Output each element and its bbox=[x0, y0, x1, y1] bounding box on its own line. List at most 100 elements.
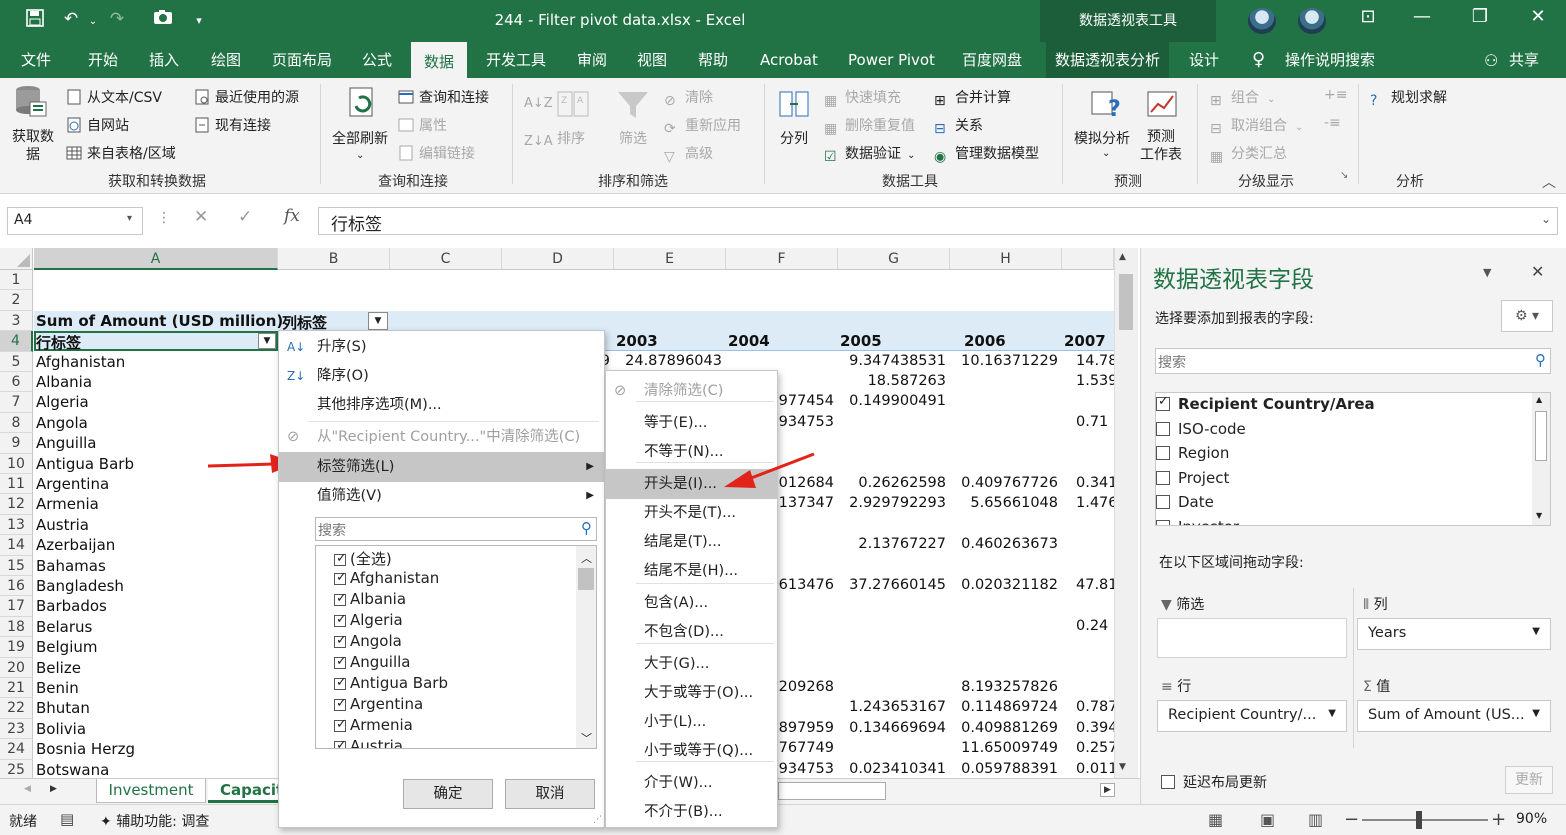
columns-field-dropdown-icon[interactable]: ▼ bbox=[1532, 626, 1540, 637]
row-header[interactable]: 14 bbox=[0, 535, 33, 556]
label-filter-option[interactable]: 包含(A)... bbox=[606, 589, 777, 617]
avatar-2[interactable] bbox=[1298, 8, 1326, 34]
field-item[interactable]: Project bbox=[1156, 469, 1229, 487]
list-scroll-thumb[interactable] bbox=[578, 568, 594, 590]
tab-developer[interactable]: 开发工具 bbox=[477, 42, 555, 78]
insert-function-icon[interactable]: fx bbox=[284, 206, 300, 226]
filter-button[interactable]: 筛选 bbox=[619, 128, 647, 148]
next-sheet-icon[interactable]: ▶ bbox=[50, 784, 57, 794]
field-checkbox[interactable] bbox=[1156, 446, 1170, 460]
zoom-out-icon[interactable]: − bbox=[1344, 809, 1359, 830]
row-header[interactable]: 2 bbox=[0, 290, 33, 311]
filter-value-item[interactable]: Afghanistan bbox=[334, 569, 439, 587]
forecast-sheet-button[interactable]: 预测 工作表 bbox=[1140, 128, 1182, 164]
name-box-dropdown-icon[interactable]: ▾ bbox=[127, 213, 132, 224]
tab-formulas[interactable]: 公式 bbox=[353, 42, 401, 78]
label-filter-item[interactable]: 标签筛选(L) ▶ bbox=[279, 452, 604, 482]
validation-dropdown-icon[interactable]: ⌄ bbox=[907, 150, 915, 161]
row-header[interactable]: 8 bbox=[0, 412, 33, 434]
field-scroll-thumb[interactable] bbox=[1535, 411, 1547, 461]
confirm-entry-icon[interactable]: ✓ bbox=[238, 207, 252, 227]
scroll-right-icon[interactable]: ▶ bbox=[1100, 783, 1115, 797]
column-header[interactable]: G bbox=[838, 248, 950, 270]
what-if-button[interactable]: 模拟分析 bbox=[1074, 128, 1130, 148]
tab-baidu[interactable]: 百度网盘 bbox=[953, 42, 1031, 78]
sort-asc-icon[interactable]: A↓Z bbox=[524, 96, 553, 111]
field-checkbox[interactable] bbox=[1156, 394, 1170, 411]
field-item[interactable]: Date bbox=[1156, 493, 1214, 511]
tab-view[interactable]: 视图 bbox=[628, 42, 676, 78]
label-filter-option[interactable]: 不包含(D)... bbox=[606, 618, 777, 646]
accessibility-status[interactable]: ✦ 辅助功能: 调查 bbox=[100, 811, 209, 831]
row-header[interactable]: 7 bbox=[0, 392, 33, 413]
from-text-csv-button[interactable]: 从文本/CSV bbox=[66, 87, 162, 107]
column-header[interactable]: H bbox=[950, 248, 1062, 270]
row-header[interactable]: 21 bbox=[0, 678, 33, 699]
queries-connections-button[interactable]: 查询和连接 bbox=[398, 87, 489, 107]
normal-view-icon[interactable]: ▦ bbox=[1208, 810, 1223, 829]
column-filter-dropdown-icon[interactable]: ▼ bbox=[368, 312, 388, 330]
row-header[interactable]: 19 bbox=[0, 637, 33, 658]
solver-button[interactable]: ? 规划求解 bbox=[1370, 87, 1447, 109]
filter-value-item[interactable]: Albania bbox=[334, 590, 406, 608]
tab-help[interactable]: 帮助 bbox=[689, 42, 737, 78]
what-if-dropdown-icon[interactable]: ⌄ bbox=[1102, 148, 1110, 159]
label-filter-option[interactable]: 结尾不是(H)... bbox=[606, 557, 777, 585]
field-list-scrollbar[interactable]: ▲ ▼ bbox=[1532, 393, 1550, 525]
page-break-view-icon[interactable]: ▥ bbox=[1308, 810, 1323, 829]
tab-review[interactable]: 审阅 bbox=[568, 42, 616, 78]
column-header[interactable]: E bbox=[614, 248, 726, 270]
rows-field-dropdown-icon[interactable]: ▼ bbox=[1328, 708, 1336, 719]
tab-data[interactable]: 数据 bbox=[411, 42, 467, 78]
field-scroll-up-icon[interactable]: ▲ bbox=[1536, 395, 1542, 404]
flash-fill-button[interactable]: ▦ 快速填充 bbox=[824, 87, 901, 109]
column-header-partial[interactable] bbox=[1062, 248, 1114, 270]
data-model-button[interactable]: ◉ 管理数据模型 bbox=[934, 143, 1039, 165]
row-header[interactable]: 11 bbox=[0, 474, 33, 495]
sort-ascending-item[interactable]: A↓ 升序(S) bbox=[279, 333, 604, 361]
restore-icon[interactable]: ❐ bbox=[1460, 6, 1500, 27]
ungroup-dropdown-icon[interactable]: ⌄ bbox=[1295, 122, 1303, 133]
tab-page-layout[interactable]: 页面布局 bbox=[263, 42, 341, 78]
row-filter-dropdown-icon[interactable]: ▼ bbox=[258, 333, 276, 349]
scroll-up-icon[interactable]: ▲ bbox=[1119, 252, 1126, 262]
value-filter-item[interactable]: 值筛选(V) ▶ bbox=[279, 482, 604, 510]
horizontal-scroll-thumb[interactable] bbox=[778, 782, 886, 800]
columns-field-years[interactable]: Years ▼ bbox=[1357, 618, 1551, 650]
zoom-slider-thumb[interactable] bbox=[1416, 811, 1422, 829]
subtotal-button[interactable]: ▦ 分类汇总 bbox=[1210, 143, 1287, 165]
outline-launcher-icon[interactable]: ↘ bbox=[1340, 170, 1348, 181]
column-header[interactable]: C bbox=[390, 248, 502, 270]
filter-value-item[interactable]: (全选) bbox=[334, 548, 392, 569]
collapse-ribbon-icon[interactable]: ︿ bbox=[1542, 172, 1556, 192]
field-item[interactable]: Investor bbox=[1156, 518, 1239, 525]
label-filter-option[interactable]: 不介于(B)... bbox=[606, 798, 777, 826]
field-checkbox[interactable] bbox=[1156, 495, 1170, 509]
label-filter-option[interactable]: 大于(G)... bbox=[606, 650, 777, 678]
more-sort-options-item[interactable]: 其他排序选项(M)... bbox=[279, 391, 604, 419]
field-item[interactable]: Recipient Country/Area bbox=[1156, 394, 1375, 413]
macro-record-icon[interactable]: ▤ bbox=[60, 810, 74, 828]
page-layout-view-icon[interactable]: ▣ bbox=[1260, 810, 1275, 829]
row-header[interactable]: 12 bbox=[0, 494, 33, 515]
clear-filter-item[interactable]: ⊘ 从"Recipient Country..."中清除筛选(C) bbox=[279, 423, 604, 451]
label-filter-option[interactable]: 开头不是(T)... bbox=[606, 499, 777, 527]
field-item[interactable]: Region bbox=[1156, 444, 1229, 462]
row-header[interactable]: 9 bbox=[0, 433, 33, 454]
tab-acrobat[interactable]: Acrobat bbox=[751, 42, 827, 78]
column-header[interactable]: F bbox=[726, 248, 838, 270]
filter-value-item[interactable]: Antigua Barb bbox=[334, 674, 448, 692]
remove-duplicates-button[interactable]: ▦ 删除重复值 bbox=[824, 115, 915, 137]
defer-update-checkbox[interactable]: 延迟布局更新 bbox=[1161, 772, 1267, 792]
zoom-in-icon[interactable]: + bbox=[1491, 809, 1506, 830]
scroll-down-icon[interactable]: ▼ bbox=[1119, 762, 1126, 772]
label-filter-option[interactable]: 等于(E)... bbox=[606, 409, 777, 437]
pane-options-dropdown-icon[interactable]: ▼ bbox=[1483, 266, 1491, 279]
filter-value-item[interactable]: Austria bbox=[334, 737, 403, 748]
resize-grip-icon[interactable]: ⋰ bbox=[593, 815, 602, 825]
filter-value-item[interactable]: Armenia bbox=[334, 716, 413, 734]
avatar[interactable] bbox=[1248, 8, 1276, 34]
name-box[interactable]: A4 bbox=[7, 207, 143, 235]
field-checkbox[interactable] bbox=[1156, 470, 1170, 485]
filter-value-checkbox[interactable] bbox=[334, 591, 347, 606]
